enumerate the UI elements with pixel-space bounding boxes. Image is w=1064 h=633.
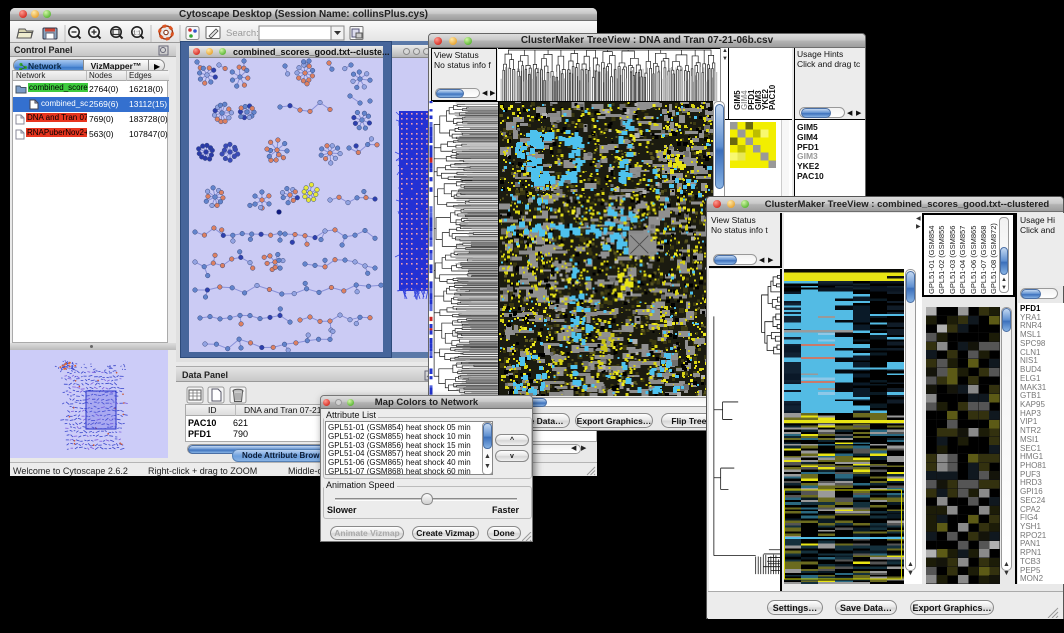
svg-text:Search:: Search: — [226, 28, 259, 39]
svg-text:1:1: 1:1 — [133, 31, 141, 37]
